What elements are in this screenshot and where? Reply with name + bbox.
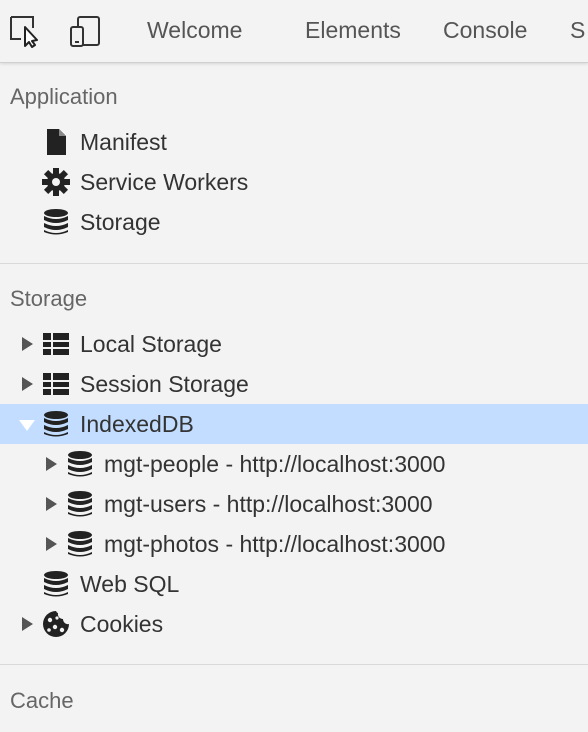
inspect-element-icon[interactable] bbox=[8, 14, 42, 48]
table-grid-icon bbox=[42, 370, 70, 398]
tree-item-indexeddb[interactable]: IndexedDB bbox=[0, 404, 588, 444]
tree-item-web-sql[interactable]: Web SQL bbox=[0, 564, 588, 604]
collapse-arrow-icon[interactable] bbox=[19, 420, 35, 431]
tree-item-label: Web SQL bbox=[80, 571, 180, 597]
expand-arrow-icon[interactable] bbox=[22, 617, 33, 631]
expand-arrow-icon[interactable] bbox=[46, 457, 57, 471]
expand-arrow-icon[interactable] bbox=[22, 337, 33, 351]
section-title-application: Application bbox=[10, 84, 118, 109]
cookie-icon bbox=[42, 610, 70, 638]
tree-item-database[interactable]: mgt-photos - http://localhost:3000 bbox=[0, 524, 588, 564]
section-divider bbox=[0, 664, 588, 665]
tab-truncated[interactable]: S bbox=[570, 17, 585, 43]
tree-item-label: Service Workers bbox=[80, 169, 249, 195]
tree-item-label: Manifest bbox=[80, 129, 167, 155]
tree-item-label: mgt-photos - http://localhost:3000 bbox=[104, 531, 446, 557]
tree-item-database[interactable]: mgt-users - http://localhost:3000 bbox=[0, 484, 588, 524]
expand-arrow-icon[interactable] bbox=[46, 537, 57, 551]
tree-item-storage[interactable]: Storage bbox=[0, 202, 588, 242]
section-title-cache: Cache bbox=[10, 688, 74, 713]
section-divider bbox=[0, 263, 588, 264]
section-title-storage: Storage bbox=[10, 286, 88, 311]
tree-item-label: mgt-people - http://localhost:3000 bbox=[104, 451, 446, 477]
tree-item-label: mgt-users - http://localhost:3000 bbox=[104, 491, 433, 517]
tree-item-label: Cookies bbox=[80, 611, 164, 637]
database-icon bbox=[66, 490, 94, 518]
tree-item-cookies[interactable]: Cookies bbox=[0, 604, 588, 644]
device-toolbar-icon[interactable] bbox=[68, 14, 102, 48]
devtools-toolbar: Welcome Elements Console S bbox=[0, 0, 588, 63]
tree-item-label: IndexedDB bbox=[80, 411, 194, 437]
tree-item-manifest[interactable]: Manifest bbox=[0, 122, 588, 162]
tab-welcome[interactable]: Welcome bbox=[147, 17, 242, 43]
tree-item-label: Storage bbox=[80, 209, 161, 235]
tree-item-session-storage[interactable]: Session Storage bbox=[0, 364, 588, 404]
tab-console[interactable]: Console bbox=[443, 17, 527, 43]
tree-item-database[interactable]: mgt-people - http://localhost:3000 bbox=[0, 444, 588, 484]
database-icon bbox=[42, 208, 70, 236]
database-icon bbox=[66, 450, 94, 478]
gear-icon bbox=[42, 168, 70, 196]
tree-item-local-storage[interactable]: Local Storage bbox=[0, 324, 588, 364]
expand-arrow-icon[interactable] bbox=[46, 497, 57, 511]
table-grid-icon bbox=[42, 330, 70, 358]
expand-arrow-icon[interactable] bbox=[22, 377, 33, 391]
database-icon bbox=[42, 570, 70, 598]
tree-item-label: Session Storage bbox=[80, 371, 249, 397]
file-icon bbox=[42, 128, 70, 156]
database-icon bbox=[42, 410, 70, 438]
tab-elements[interactable]: Elements bbox=[305, 17, 401, 43]
tree-item-service-workers[interactable]: Service Workers bbox=[0, 162, 588, 202]
database-icon bbox=[66, 530, 94, 558]
tree-item-label: Local Storage bbox=[80, 331, 222, 357]
